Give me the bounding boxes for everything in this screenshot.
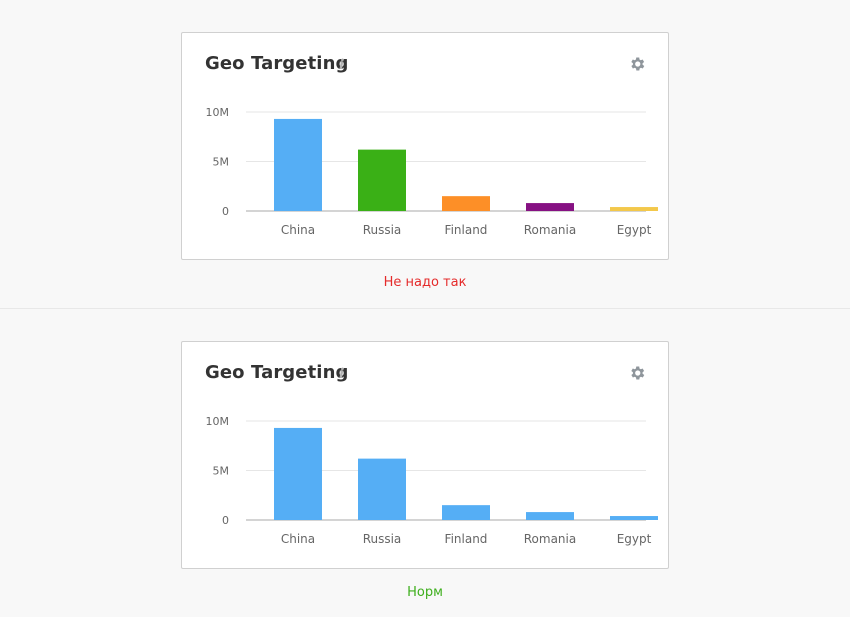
bar-finland[interactable] [442, 505, 490, 520]
bar-china[interactable] [274, 118, 322, 211]
bar-china[interactable] [274, 427, 322, 520]
y-tick-label: 0 [222, 205, 229, 218]
y-tick-label: 5M [213, 156, 230, 169]
y-tick-label: 10M [206, 415, 230, 428]
bar-finland[interactable] [442, 196, 490, 211]
geo-targeting-widget: Geo Targeting i 0 5M 10M China Russia Finland… [181, 32, 669, 260]
x-tick-label: Russia [363, 532, 402, 546]
caption-bad: Не надо так [383, 275, 467, 290]
x-tick-label: China [281, 223, 315, 237]
x-tick-label: Egypt [617, 532, 652, 546]
x-tick-label: Egypt [617, 223, 652, 237]
bar-chart: 0 5M 10M China Russia Finland Romania Egypt [206, 106, 658, 237]
bar-egypt[interactable] [610, 516, 658, 520]
example-section-good: Geo Targeting i 0 5M 10M China Russia Finland… [0, 309, 850, 617]
bar-romania[interactable] [526, 203, 574, 211]
bar-russia[interactable] [358, 149, 406, 211]
y-tick-label: 5M [213, 465, 230, 478]
x-tick-label: Romania [524, 532, 576, 546]
bar-egypt[interactable] [610, 207, 658, 211]
y-tick-label: 10M [206, 106, 230, 119]
example-section-bad: Geo Targeting i 0 5M 10M China Russia Finland… [0, 0, 850, 308]
x-tick-label: China [281, 532, 315, 546]
x-tick-label: Romania [524, 223, 576, 237]
geo-targeting-widget: Geo Targeting i 0 5M 10M China Russia Finland… [181, 341, 669, 569]
x-tick-label: Finland [445, 532, 488, 546]
bar-russia[interactable] [358, 458, 406, 520]
x-tick-label: Finland [445, 223, 488, 237]
bar-chart: 0 5M 10M China Russia Finland Romania Egypt [206, 415, 658, 546]
bar-romania[interactable] [526, 512, 574, 520]
y-tick-label: 0 [222, 514, 229, 527]
x-tick-label: Russia [363, 223, 402, 237]
caption-good: Норм [407, 585, 443, 600]
